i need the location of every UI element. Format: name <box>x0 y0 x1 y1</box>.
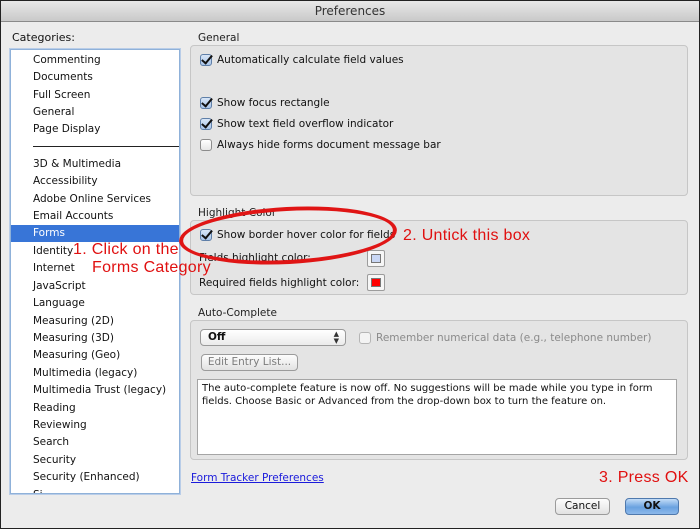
sidebar-item-signatures[interactable]: Si... <box>11 487 179 493</box>
fields-highlight-label: Fields highlight color: <box>199 252 311 264</box>
sidebar-item-email-accounts[interactable]: Email Accounts <box>11 208 179 225</box>
hide-message-bar-label: Always hide forms document message bar <box>217 139 441 151</box>
sidebar-item-multimedia-trust-legacy[interactable]: Multimedia Trust (legacy) <box>11 382 179 399</box>
annotation-step1-line1: 1. Click on the <box>73 241 179 258</box>
focus-rect-option[interactable]: Show focus rectangle <box>200 97 330 109</box>
remember-numerical-label: Remember numerical data (e.g., telephone… <box>376 332 652 344</box>
sidebar-item-reviewing[interactable]: Reviewing <box>11 417 179 434</box>
auto-calc-label: Automatically calculate field values <box>217 54 404 66</box>
categories-label: Categories: <box>12 31 75 44</box>
remember-numerical-option[interactable]: Remember numerical data (e.g., telephone… <box>359 332 651 344</box>
sidebar-item-full-screen[interactable]: Full Screen <box>11 87 179 104</box>
focus-rect-label: Show focus rectangle <box>217 97 330 109</box>
sidebar-item-search[interactable]: Search <box>11 434 179 451</box>
required-highlight-color-picker[interactable] <box>367 274 385 291</box>
fields-highlight-swatch <box>371 254 381 263</box>
annotation-step2: 2. Untick this box <box>403 227 531 244</box>
sidebar-item-measuring-2d[interactable]: Measuring (2D) <box>11 313 179 330</box>
required-highlight-swatch <box>371 278 381 287</box>
annotation-step3: 3. Press OK <box>599 469 689 486</box>
cancel-button[interactable]: Cancel <box>555 498 610 515</box>
sidebar-item-page-display[interactable]: Page Display <box>11 121 179 138</box>
auto-calc-checkbox[interactable] <box>200 54 212 66</box>
overflow-indicator-option[interactable]: Show text field overflow indicator <box>200 118 393 130</box>
remember-numerical-checkbox[interactable] <box>359 332 371 344</box>
sidebar-item-measuring-geo[interactable]: Measuring (Geo) <box>11 347 179 364</box>
focus-rect-checkbox[interactable] <box>200 97 212 109</box>
required-highlight-label: Required fields highlight color: <box>199 277 360 289</box>
sidebar-item-accessibility[interactable]: Accessibility <box>11 173 179 190</box>
form-tracker-preferences-link[interactable]: Form Tracker Preferences <box>191 472 324 484</box>
overflow-indicator-label: Show text field overflow indicator <box>217 118 394 130</box>
edit-entry-list-button[interactable]: Edit Entry List... <box>201 354 298 371</box>
fields-highlight-color-picker[interactable] <box>367 250 385 267</box>
ok-button[interactable]: OK <box>625 498 679 515</box>
sidebar-item-general[interactable]: General <box>11 104 179 121</box>
autocomplete-mode-select[interactable]: Off ▲ ▼ <box>200 329 346 346</box>
sidebar-item-security-enhanced[interactable]: Security (Enhanced) <box>11 469 179 486</box>
annotation-step1-line2: Forms Category <box>92 259 211 276</box>
auto-calc-option[interactable]: Automatically calculate field values <box>200 54 404 66</box>
hide-message-bar-checkbox[interactable] <box>200 139 212 151</box>
autocomplete-section-title: Auto-Complete <box>198 307 277 319</box>
autocomplete-description: The auto-complete feature is now off. No… <box>197 379 677 455</box>
select-arrows-icon: ▲ ▼ <box>333 330 339 345</box>
sidebar-item-commenting[interactable]: Commenting <box>11 52 179 69</box>
sidebar-item-measuring-3d[interactable]: Measuring (3D) <box>11 330 179 347</box>
sidebar-item-language[interactable]: Language <box>11 295 179 312</box>
sidebar-item-adobe-online-services[interactable]: Adobe Online Services <box>11 191 179 208</box>
window-title: Preferences <box>1 1 699 22</box>
sidebar-item-multimedia-legacy[interactable]: Multimedia (legacy) <box>11 365 179 382</box>
border-hover-label: Show border hover color for fields <box>217 229 396 241</box>
general-section-title: General <box>198 32 240 44</box>
sidebar-separator <box>33 146 179 147</box>
sidebar-item-3d-multimedia[interactable]: 3D & Multimedia <box>11 156 179 173</box>
overflow-indicator-checkbox[interactable] <box>200 118 212 130</box>
sidebar-item-security[interactable]: Security <box>11 452 179 469</box>
preferences-window: Preferences Categories: Commenting Docum… <box>0 0 700 529</box>
highlight-section-title: Highlight Color <box>198 207 277 219</box>
border-hover-option[interactable]: Show border hover color for fields <box>200 229 395 241</box>
hide-message-bar-option[interactable]: Always hide forms document message bar <box>200 139 441 151</box>
sidebar-item-documents[interactable]: Documents <box>11 69 179 86</box>
sidebar-item-reading[interactable]: Reading <box>11 400 179 417</box>
sidebar-item-javascript[interactable]: JavaScript <box>11 278 179 295</box>
autocomplete-mode-value: Off <box>208 331 226 343</box>
border-hover-checkbox[interactable] <box>200 229 212 241</box>
sidebar-item-forms[interactable]: Forms <box>11 225 179 242</box>
